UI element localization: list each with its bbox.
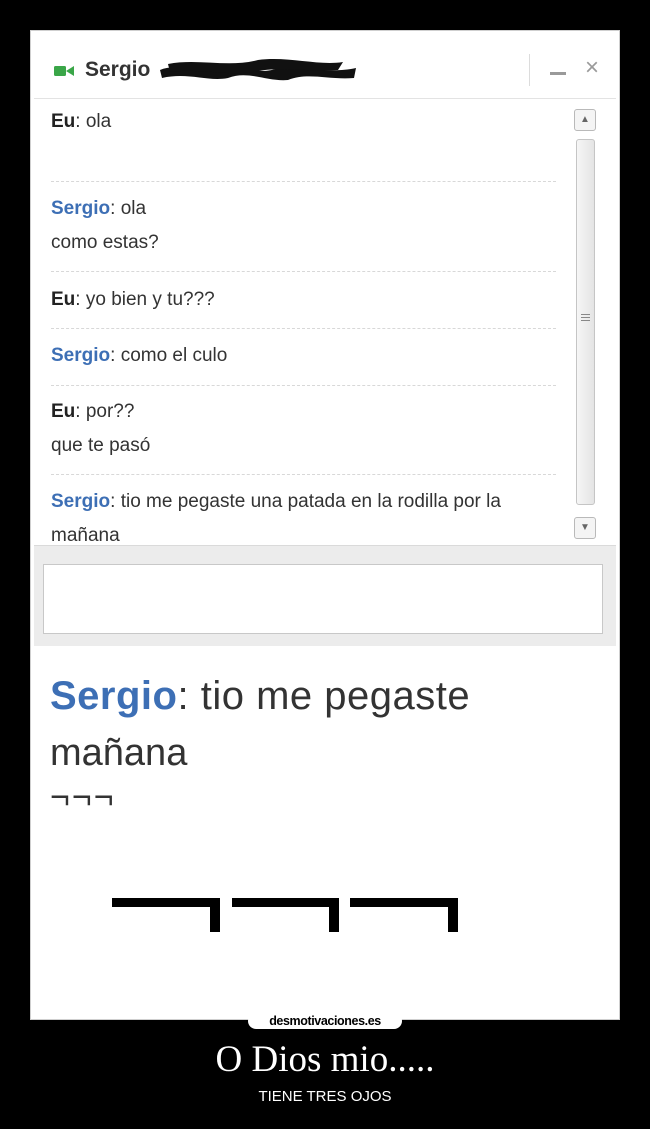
header-divider: [529, 54, 530, 86]
message-list: Eu: ola Sergio: ola como estas? Eu: yo b…: [34, 99, 574, 541]
scroll-grip-icon: [581, 314, 590, 321]
message-input[interactable]: [43, 564, 603, 634]
message-sender: Sergio: [51, 198, 111, 219]
zoom-text: : tio me pegaste: [177, 674, 471, 718]
message-separator: [51, 271, 556, 272]
message-text: mañana: [51, 525, 120, 541]
message-eu: Eu: por?? que te pasó: [51, 401, 151, 456]
compose-area: [34, 545, 616, 646]
scroll-up-icon[interactable]: ▲: [574, 109, 596, 131]
zoom-sender: Sergio: [50, 674, 178, 718]
zoom-line-2: mañana: [50, 732, 188, 774]
message-sergio: Sergio: como el culo: [51, 345, 228, 366]
message-sergio: Sergio: ola como estas?: [51, 198, 159, 253]
zoom-line-3: ¬¬¬: [50, 778, 116, 816]
message-text: como el culo: [120, 345, 228, 366]
poster-frame: Sergio × Eu: ola Sergio: ola como estas?…: [30, 30, 620, 1020]
message-eu: Eu: ola: [51, 111, 112, 132]
scrollbar-thumb[interactable]: [576, 139, 595, 505]
message-separator: [51, 181, 556, 182]
message-sender: Eu: [51, 289, 76, 310]
message-eu: Eu: yo bien y tu???: [51, 289, 215, 310]
zoom-line-1: Sergio: tio me pegaste: [50, 674, 470, 719]
message-separator: [51, 385, 556, 386]
message-text: ola: [120, 198, 147, 219]
message-text: yo bien y tu???: [85, 289, 215, 310]
screenshot-area: Sergio × Eu: ola Sergio: ola como estas?…: [34, 34, 616, 1016]
poster-title: O Dios mio.....: [215, 1039, 435, 1080]
contact-name: Sergio: [85, 58, 151, 81]
video-camera-icon[interactable]: [54, 65, 74, 77]
message-text: tio me pegaste una patada en la rodilla …: [120, 491, 501, 512]
big-three-eyes-symbols: [112, 898, 458, 932]
message-separator: [51, 328, 556, 329]
minimize-icon[interactable]: [550, 72, 566, 75]
message-sender: Sergio: [51, 491, 111, 512]
message-sender: Eu: [51, 111, 76, 132]
message-text: ola: [85, 111, 112, 132]
site-watermark: desmotivaciones.es: [248, 1013, 402, 1029]
message-sender: Sergio: [51, 345, 111, 366]
message-text: que te pasó: [51, 435, 151, 456]
poster-subtitle: TIENE TRES OJOS: [258, 1088, 392, 1105]
message-sender: Eu: [51, 401, 76, 422]
message-separator: [51, 474, 556, 475]
scroll-down-icon[interactable]: ▼: [574, 517, 596, 539]
message-text: como estas?: [51, 232, 159, 253]
zoomed-message: Sergio: tio me pegaste mañana ¬¬¬: [34, 646, 616, 1016]
message-sergio: Sergio: tio me pegaste una patada en la …: [51, 485, 561, 541]
redacted-surname: [160, 59, 356, 81]
chat-header: Sergio ×: [34, 34, 616, 99]
close-icon[interactable]: ×: [582, 56, 602, 80]
message-scrollbar[interactable]: ▲ ▼: [574, 109, 596, 541]
message-text: por??: [85, 401, 135, 422]
